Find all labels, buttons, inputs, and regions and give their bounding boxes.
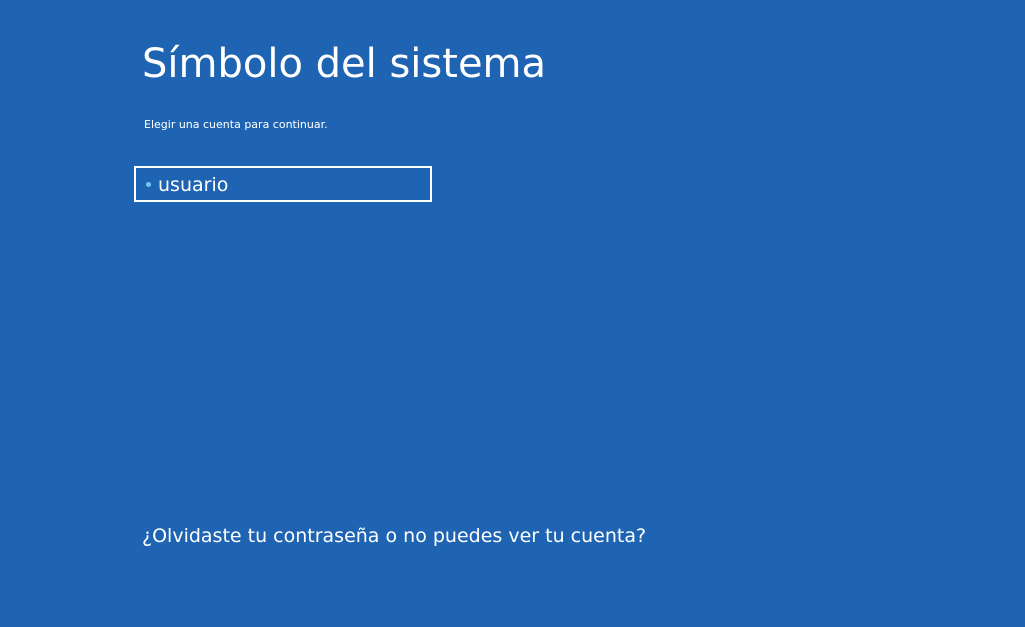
page-subtitle: Elegir una cuenta para continuar. (144, 118, 328, 131)
account-item-usuario[interactable]: usuario (134, 166, 432, 202)
bullet-icon (146, 182, 151, 187)
page-title: Símbolo del sistema (142, 41, 547, 87)
account-name: usuario (158, 174, 229, 196)
forgot-password-link[interactable]: ¿Olvidaste tu contraseña o no puedes ver… (142, 524, 646, 548)
recovery-screen: Símbolo del sistema Elegir una cuenta pa… (0, 0, 1025, 627)
